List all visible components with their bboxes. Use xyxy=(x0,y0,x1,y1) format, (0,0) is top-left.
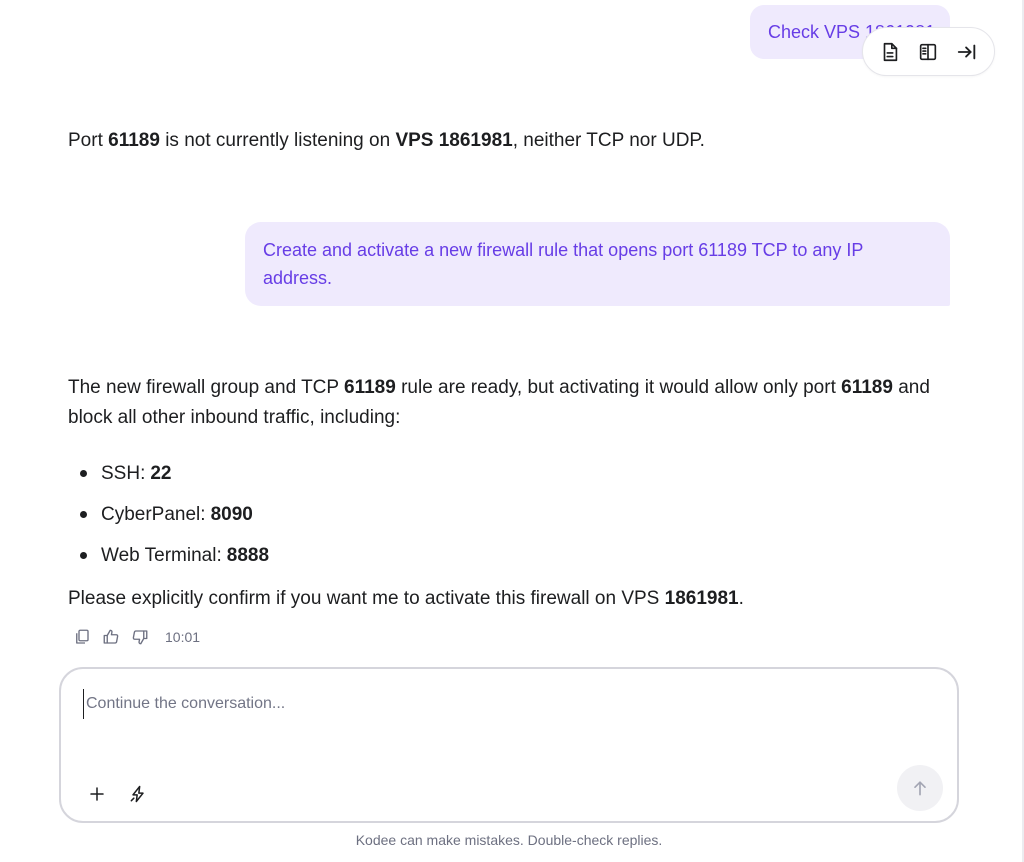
split-view-icon xyxy=(920,43,937,60)
assistant-message: The new firewall group and TCP 61189 rul… xyxy=(68,373,958,433)
text-segment: Please explicitly confirm if you want me… xyxy=(68,588,665,609)
text-segment: Port xyxy=(68,130,109,151)
port-number: 61189 xyxy=(344,377,396,398)
service-port: 8888 xyxy=(226,544,270,566)
thumbs-down-icon xyxy=(132,630,148,645)
message-timestamp: 10:01 xyxy=(165,629,201,645)
bolt-icon xyxy=(130,785,144,803)
plus-icon xyxy=(90,787,104,801)
list-item: SSH: 22 xyxy=(68,453,269,494)
service-port: 22 xyxy=(150,462,172,484)
text-segment: rule are ready, but activating it would … xyxy=(395,377,842,398)
service-port: 8090 xyxy=(210,503,253,525)
composer xyxy=(59,667,959,823)
text-segment: . xyxy=(738,588,744,609)
thumbs-up-icon xyxy=(103,629,119,644)
split-view-button[interactable] xyxy=(912,36,944,68)
user-message-text: Create and activate a new firewall rule … xyxy=(263,240,864,288)
user-message-bubble: Create and activate a new firewall rule … xyxy=(245,222,950,306)
vps-id: 1861981 xyxy=(664,588,739,609)
blocked-ports-list: SSH: 22 CyberPanel: 8090 Web Terminal: 8888 xyxy=(68,453,269,576)
add-attachment-button[interactable] xyxy=(83,780,111,808)
message-input[interactable] xyxy=(83,689,935,719)
text-segment: , neither TCP nor UDP. xyxy=(512,130,705,151)
service-label: CyberPanel: xyxy=(101,503,206,525)
thumbs-down-button[interactable] xyxy=(130,627,150,647)
assistant-message: Port 61189 is not currently listening on… xyxy=(68,126,705,156)
panel-toolbar xyxy=(862,27,995,76)
document-icon xyxy=(883,42,898,61)
bullet-dot xyxy=(80,552,87,559)
copy-icon xyxy=(76,629,89,644)
text-segment: is not currently listening on xyxy=(159,130,396,151)
bullet-dot xyxy=(80,511,87,518)
arrow-up-icon xyxy=(914,781,926,796)
list-item: CyberPanel: 8090 xyxy=(68,494,269,535)
service-label: Web Terminal: xyxy=(101,544,222,566)
service-label: SSH: xyxy=(101,462,146,484)
thumbs-up-button[interactable] xyxy=(101,627,121,647)
quick-actions-button[interactable] xyxy=(124,780,152,808)
list-item: Web Terminal: 8888 xyxy=(68,535,269,576)
bullet-dot xyxy=(80,470,87,477)
document-button[interactable] xyxy=(874,36,906,68)
send-button[interactable] xyxy=(897,765,943,811)
port-number: 61189 xyxy=(841,377,893,398)
disclaimer-text: Kodee can make mistakes. Double-check re… xyxy=(355,832,663,848)
text-segment: The new firewall group and TCP xyxy=(68,377,345,398)
copy-button[interactable] xyxy=(72,627,92,647)
port-number: 61189 xyxy=(108,130,160,151)
message-actions: 10:01 xyxy=(72,626,200,648)
assistant-message: Please explicitly confirm if you want me… xyxy=(68,584,744,614)
vps-id: VPS 1861981 xyxy=(395,130,513,151)
collapse-panel-button[interactable] xyxy=(951,36,983,68)
collapse-right-icon xyxy=(957,44,976,59)
